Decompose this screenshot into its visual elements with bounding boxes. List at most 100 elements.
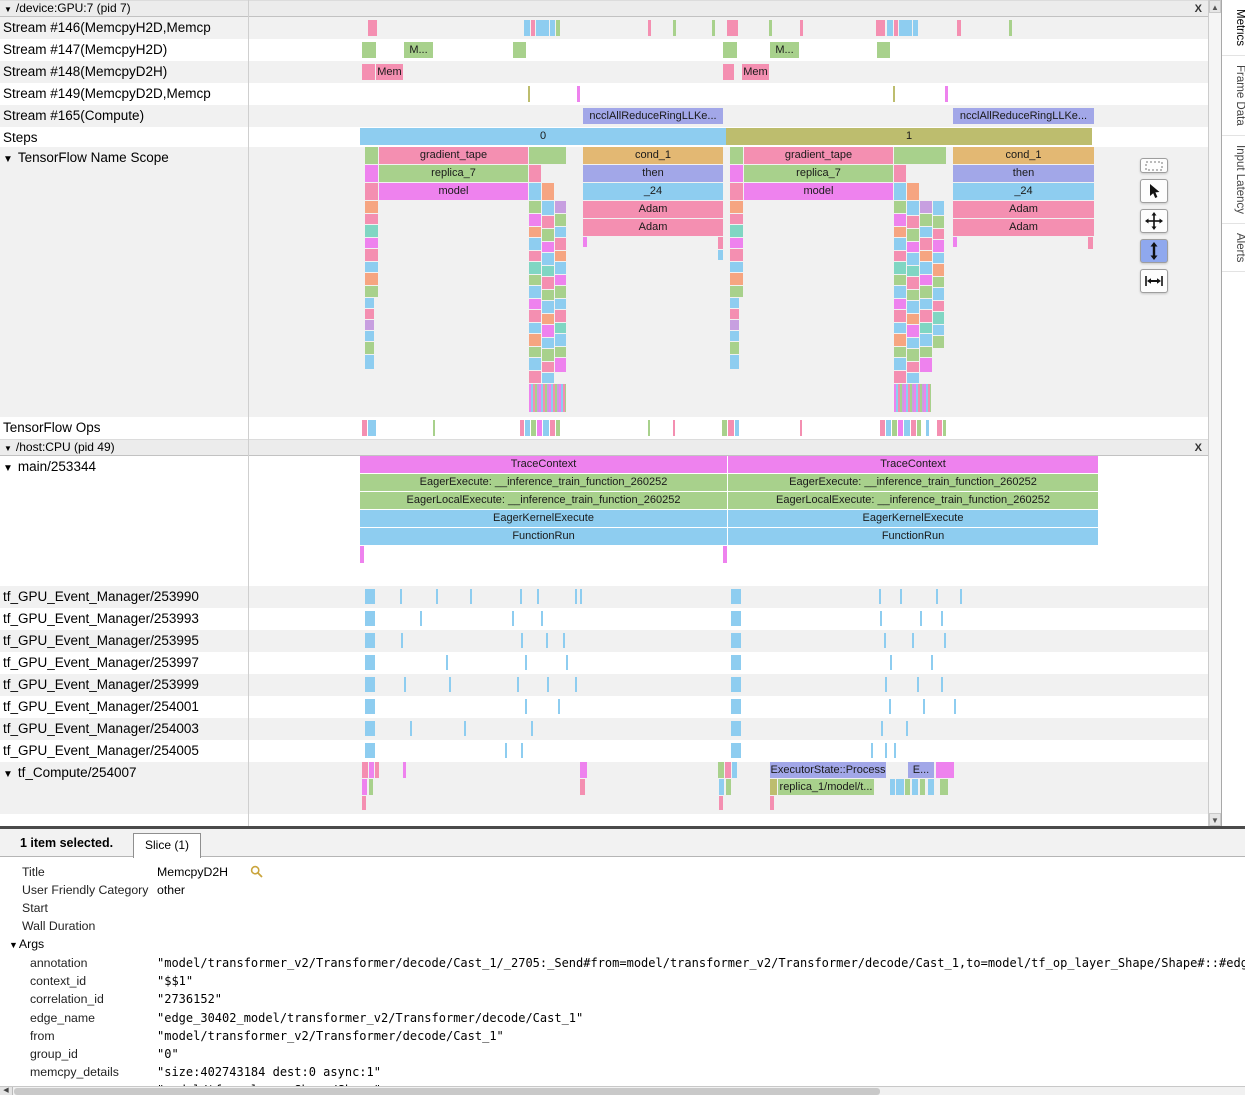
trace-event[interactable]	[884, 633, 886, 648]
trace-event[interactable]	[542, 373, 554, 383]
trace-event[interactable]	[730, 355, 739, 369]
trace-event[interactable]	[566, 655, 568, 670]
trace-event-ncclallreduceringllke[interactable]: ncclAllReduceRingLLKe...	[953, 108, 1094, 124]
trace-event[interactable]	[368, 20, 377, 36]
trace-event[interactable]	[894, 323, 906, 333]
trace-event[interactable]	[722, 420, 727, 436]
trace-event[interactable]	[899, 20, 912, 36]
trace-event[interactable]	[365, 238, 378, 248]
trace-event[interactable]	[905, 779, 910, 795]
trace-event[interactable]	[577, 86, 580, 102]
trace-event[interactable]	[920, 251, 932, 261]
track-label-evm-253997[interactable]: tf_GPU_Event_Manager/253997	[0, 652, 247, 674]
trace-event-1[interactable]: 1	[726, 128, 1092, 145]
trace-event[interactable]	[365, 165, 378, 182]
trace-event[interactable]	[375, 762, 379, 778]
trace-event-model[interactable]: model	[379, 183, 528, 200]
trace-event[interactable]	[521, 743, 523, 758]
trace-event[interactable]	[894, 384, 931, 412]
trace-event[interactable]	[920, 286, 932, 298]
trace-event-model[interactable]: model	[744, 183, 893, 200]
trace-event[interactable]	[894, 201, 906, 213]
trace-event[interactable]	[555, 201, 566, 213]
trace-event[interactable]	[555, 275, 566, 285]
trace-event[interactable]	[886, 420, 891, 436]
trace-event[interactable]	[542, 362, 554, 372]
trace-event[interactable]	[933, 301, 944, 311]
trace-event[interactable]	[541, 611, 543, 626]
trace-event[interactable]	[880, 611, 882, 626]
trace-event[interactable]	[907, 325, 919, 337]
trace-event[interactable]	[550, 420, 555, 436]
trace-event[interactable]	[920, 347, 932, 357]
side-tab-alerts[interactable]: Alerts	[1222, 224, 1245, 272]
trace-event[interactable]	[529, 334, 541, 346]
trace-event-adam[interactable]: Adam	[953, 219, 1094, 236]
side-tab-input-latency[interactable]: Input Latency	[1222, 136, 1245, 224]
trace-event-0[interactable]: 0	[360, 128, 726, 145]
trace-event[interactable]	[529, 147, 566, 164]
trace-event[interactable]	[920, 334, 932, 346]
trace-event-m[interactable]: M...	[404, 42, 433, 58]
details-horizontal-scrollbar[interactable]: ◀	[0, 1086, 1245, 1095]
trace-event[interactable]	[920, 262, 932, 274]
trace-event[interactable]	[529, 201, 541, 213]
side-tab-metrics[interactable]: Metrics	[1222, 0, 1245, 56]
trace-event[interactable]	[580, 762, 587, 778]
trace-event[interactable]	[558, 699, 560, 714]
trace-event[interactable]	[920, 310, 932, 322]
track-label-tf-ops[interactable]: TensorFlow Ops	[0, 417, 247, 439]
trace-event[interactable]	[894, 347, 906, 357]
trace-event[interactable]	[907, 216, 919, 228]
trace-event[interactable]	[449, 677, 451, 692]
trace-event[interactable]	[920, 238, 932, 250]
trace-event-mem[interactable]: Mem	[742, 64, 769, 80]
trace-event[interactable]	[920, 201, 932, 213]
trace-event[interactable]	[890, 655, 892, 670]
trace-event[interactable]	[881, 721, 883, 736]
trace-event[interactable]	[730, 309, 739, 319]
zoom-vertical-tool-button[interactable]	[1140, 239, 1168, 263]
trace-event[interactable]	[730, 249, 743, 261]
trace-event[interactable]	[735, 420, 739, 436]
trace-event-eagerlocalexecute-inference-train-function-260252[interactable]: EagerLocalExecute: __inference_train_fun…	[728, 492, 1098, 509]
track-label-stream-165[interactable]: Stream #165(Compute)	[0, 105, 247, 127]
trace-event[interactable]	[730, 273, 743, 285]
trace-event[interactable]	[556, 20, 560, 36]
trace-event[interactable]	[912, 633, 914, 648]
trace-event[interactable]	[512, 611, 514, 626]
trace-event[interactable]	[933, 325, 944, 335]
trace-event[interactable]	[889, 699, 891, 714]
trace-event[interactable]	[731, 655, 741, 670]
trace-event-gradient-tape[interactable]: gradient_tape	[744, 147, 893, 164]
trace-event[interactable]	[365, 355, 374, 369]
trace-event[interactable]	[556, 420, 560, 436]
trace-event[interactable]	[555, 334, 566, 346]
trace-event[interactable]	[933, 240, 944, 252]
trace-event[interactable]	[537, 420, 542, 436]
trace-event[interactable]	[365, 262, 378, 272]
timing-tool-button[interactable]	[1140, 269, 1168, 293]
trace-event[interactable]	[555, 310, 566, 322]
trace-event[interactable]	[524, 20, 530, 36]
collapse-arrow-icon[interactable]: ▼	[3, 769, 13, 780]
trace-event[interactable]	[528, 86, 530, 102]
trace-event[interactable]	[365, 147, 378, 164]
trace-event[interactable]	[920, 299, 932, 309]
trace-event-eagerlocalexecute-inference-train-function-260252[interactable]: EagerLocalExecute: __inference_train_fun…	[360, 492, 727, 509]
selection-tool-button[interactable]	[1140, 179, 1168, 203]
trace-event[interactable]	[933, 336, 944, 348]
trace-event[interactable]	[420, 611, 422, 626]
trace-event[interactable]	[542, 266, 554, 276]
track-label-stream-148[interactable]: Stream #148(MemcpyD2H)	[0, 61, 247, 83]
trace-event[interactable]	[940, 779, 948, 795]
track-label-evm-254005[interactable]: tf_GPU_Event_Manager/254005	[0, 740, 247, 762]
trace-event[interactable]	[369, 779, 373, 795]
trace-event[interactable]	[923, 699, 925, 714]
side-tab-frame-data[interactable]: Frame Data	[1222, 56, 1245, 136]
trace-event[interactable]	[529, 310, 541, 322]
trace-event[interactable]	[933, 253, 944, 263]
trace-event[interactable]	[529, 286, 541, 298]
trace-event[interactable]	[1009, 20, 1012, 36]
trace-event[interactable]	[575, 677, 577, 692]
